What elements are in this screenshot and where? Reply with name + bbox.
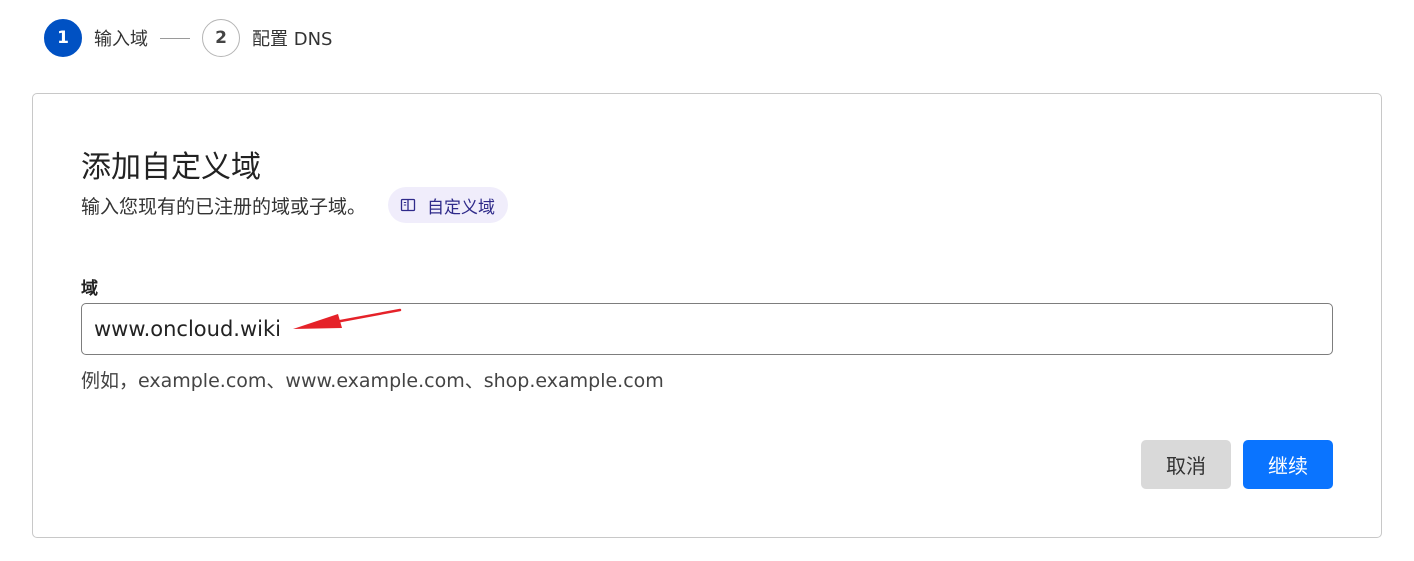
step-1-indicator: 1 <box>44 19 82 57</box>
step-connector <box>160 37 190 39</box>
card-title: 添加自定义域 <box>81 150 261 185</box>
step-1-label: 输入域 <box>94 29 148 50</box>
domain-field-label: 域 <box>81 279 98 299</box>
add-custom-domain-card: 添加自定义域 输入您现有的已注册的域或子域。 自定义域 域 例如，example… <box>32 93 1382 538</box>
step-2-label: 配置 DNS <box>252 29 333 50</box>
subtitle-row: 输入您现有的已注册的域或子域。 自定义域 <box>81 187 509 223</box>
domain-field-hint: 例如，example.com、www.example.com、shop.exam… <box>81 370 664 392</box>
cancel-button[interactable]: 取消 <box>1141 440 1231 489</box>
continue-button[interactable]: 继续 <box>1243 440 1333 489</box>
book-icon <box>400 197 416 213</box>
card-subtitle: 输入您现有的已注册的域或子域。 <box>81 195 367 218</box>
step-2-indicator: 2 <box>202 19 240 57</box>
custom-domain-docs-link[interactable]: 自定义域 <box>388 187 509 223</box>
domain-input[interactable] <box>81 303 1333 355</box>
docs-link-label: 自定义域 <box>427 197 496 218</box>
stepper: 1 输入域 2 配置 DNS <box>44 18 332 58</box>
